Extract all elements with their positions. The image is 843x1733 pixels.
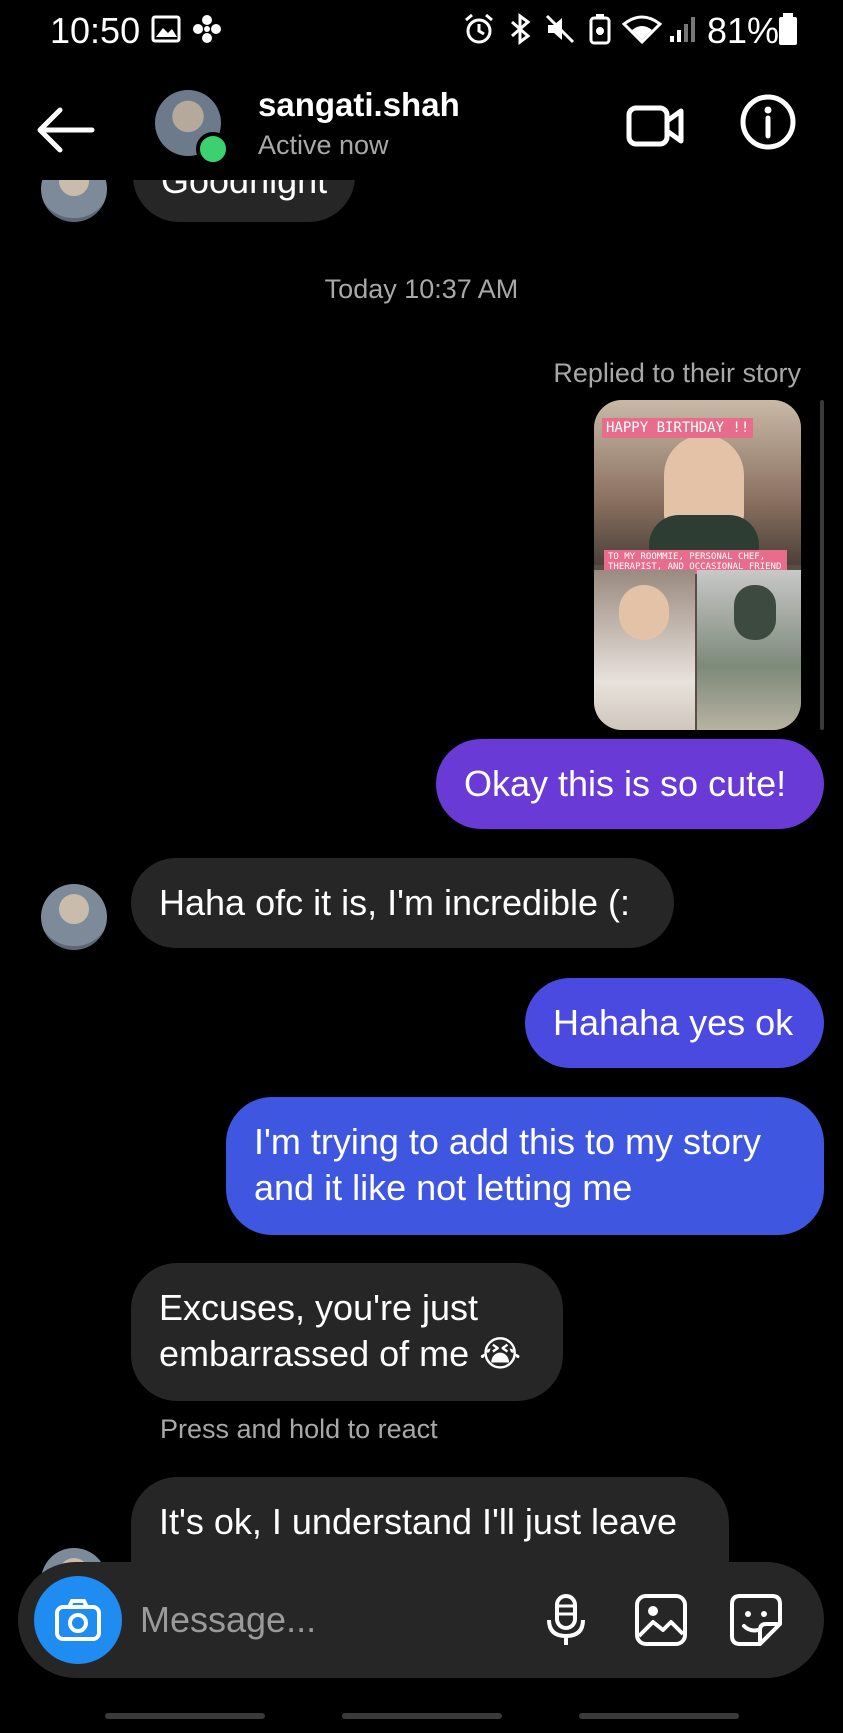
info-icon[interactable]	[738, 92, 798, 152]
pinwheel-notification-icon	[193, 15, 221, 43]
nav-gesture-bar[interactable]	[105, 1713, 265, 1719]
gallery-notification-icon	[151, 15, 181, 43]
wifi-icon	[622, 15, 662, 45]
story-thumbnail[interactable]: HAPPY BIRTHDAY !! TO MY ROOMMIE, PERSONA…	[594, 400, 801, 730]
contact-name[interactable]: sangati.shah	[258, 86, 460, 124]
camera-button[interactable]	[34, 1576, 122, 1664]
message-bubble-received[interactable]: Excuses, you're just embarrassed of me 😭	[131, 1263, 563, 1401]
video-call-icon[interactable]	[625, 96, 685, 156]
scrollbar[interactable]	[820, 400, 824, 730]
timestamp: Today 10:37 AM	[324, 274, 519, 304]
back-arrow-icon[interactable]	[30, 100, 100, 160]
nav-gesture-bar[interactable]	[579, 1713, 739, 1719]
story-reply-label: Replied to their story	[553, 358, 801, 388]
status-bar: 10:50 81%	[0, 0, 843, 60]
message-bubble-sent[interactable]: Okay this is so cute!	[436, 739, 824, 829]
sticker-icon[interactable]	[726, 1590, 786, 1650]
react-hint: Press and hold to react	[160, 1414, 438, 1444]
camera-icon	[55, 1599, 101, 1641]
message-bubble-sent[interactable]: I'm trying to add this to my story and i…	[226, 1097, 824, 1235]
message-input[interactable]	[140, 1592, 540, 1648]
sender-avatar	[41, 884, 107, 950]
chat-header: sangati.shah Active now	[0, 60, 843, 180]
online-indicator	[196, 132, 230, 166]
status-time: 10:50	[50, 10, 141, 51]
message-composer	[18, 1562, 824, 1678]
mute-icon	[545, 14, 575, 44]
story-person	[664, 435, 744, 525]
battery-percentage: 81%	[707, 10, 780, 51]
gallery-icon[interactable]	[631, 1590, 691, 1650]
signal-icon	[670, 17, 695, 42]
story-person-2	[619, 585, 669, 640]
story-caption-top: HAPPY BIRTHDAY !!	[602, 418, 754, 438]
battery-saver-icon	[589, 14, 611, 45]
microphone-icon[interactable]	[536, 1590, 596, 1650]
story-person-3	[734, 585, 776, 640]
message-bubble-received[interactable]: Haha ofc it is, I'm incredible (:	[131, 858, 674, 948]
contact-status: Active now	[258, 130, 389, 160]
bluetooth-icon	[511, 13, 531, 45]
message-bubble-sent[interactable]: Hahaha yes ok	[525, 978, 824, 1068]
alarm-icon	[465, 13, 493, 44]
battery-icon	[779, 13, 797, 45]
nav-gesture-bar[interactable]	[342, 1713, 502, 1719]
